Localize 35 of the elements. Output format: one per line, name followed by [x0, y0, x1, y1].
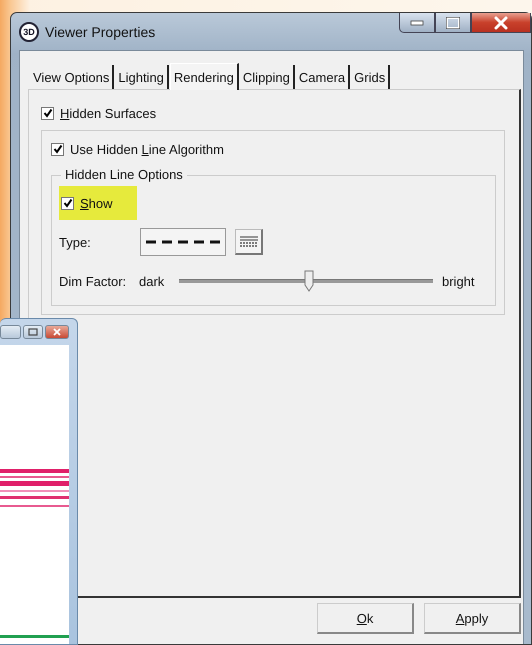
close-button[interactable] — [45, 325, 69, 339]
group-title: Hidden Line Options — [61, 167, 187, 182]
slider-thumb[interactable] — [304, 270, 314, 292]
tab[interactable]: Rendering — [170, 63, 239, 90]
checkbox[interactable] — [51, 142, 64, 156]
checkbox-label: Use Hidden Line Algorithm — [70, 142, 224, 156]
checkbox[interactable] — [41, 106, 54, 120]
type-label: Type: — [59, 234, 92, 250]
close-button[interactable] — [471, 13, 531, 33]
maximize-icon — [28, 328, 38, 336]
maximize-button[interactable] — [435, 13, 471, 33]
lines-drawing — [0, 469, 69, 507]
slider-min-label: dark — [139, 274, 166, 288]
checkbox[interactable] — [61, 196, 74, 210]
minimize-button[interactable] — [399, 13, 435, 33]
app-icon: 3D — [19, 22, 39, 42]
close-icon — [493, 16, 509, 30]
window-title: Viewer Properties — [45, 24, 156, 40]
tab[interactable]: View Options — [30, 65, 114, 89]
dim-factor-label: Dim Factor: — [59, 274, 128, 288]
slider-max-label: bright — [442, 274, 475, 288]
line-drawing — [0, 635, 69, 638]
dashed-line-icon — [144, 239, 222, 245]
dim-factor-slider[interactable] — [179, 269, 433, 293]
checkbox-label: Hidden Surfaces — [60, 106, 156, 120]
maximize-icon — [446, 16, 460, 28]
line-styles-icon — [238, 234, 258, 248]
line-type-field[interactable] — [140, 228, 226, 256]
line-style-button[interactable] — [235, 229, 263, 255]
close-icon — [52, 328, 62, 336]
dialog-button[interactable]: Ok — [317, 603, 414, 634]
minimize-icon — [410, 20, 424, 26]
maximize-button[interactable] — [22, 325, 44, 339]
checkbox-label: Show — [80, 196, 113, 210]
dialog-button[interactable]: Apply — [424, 603, 521, 634]
